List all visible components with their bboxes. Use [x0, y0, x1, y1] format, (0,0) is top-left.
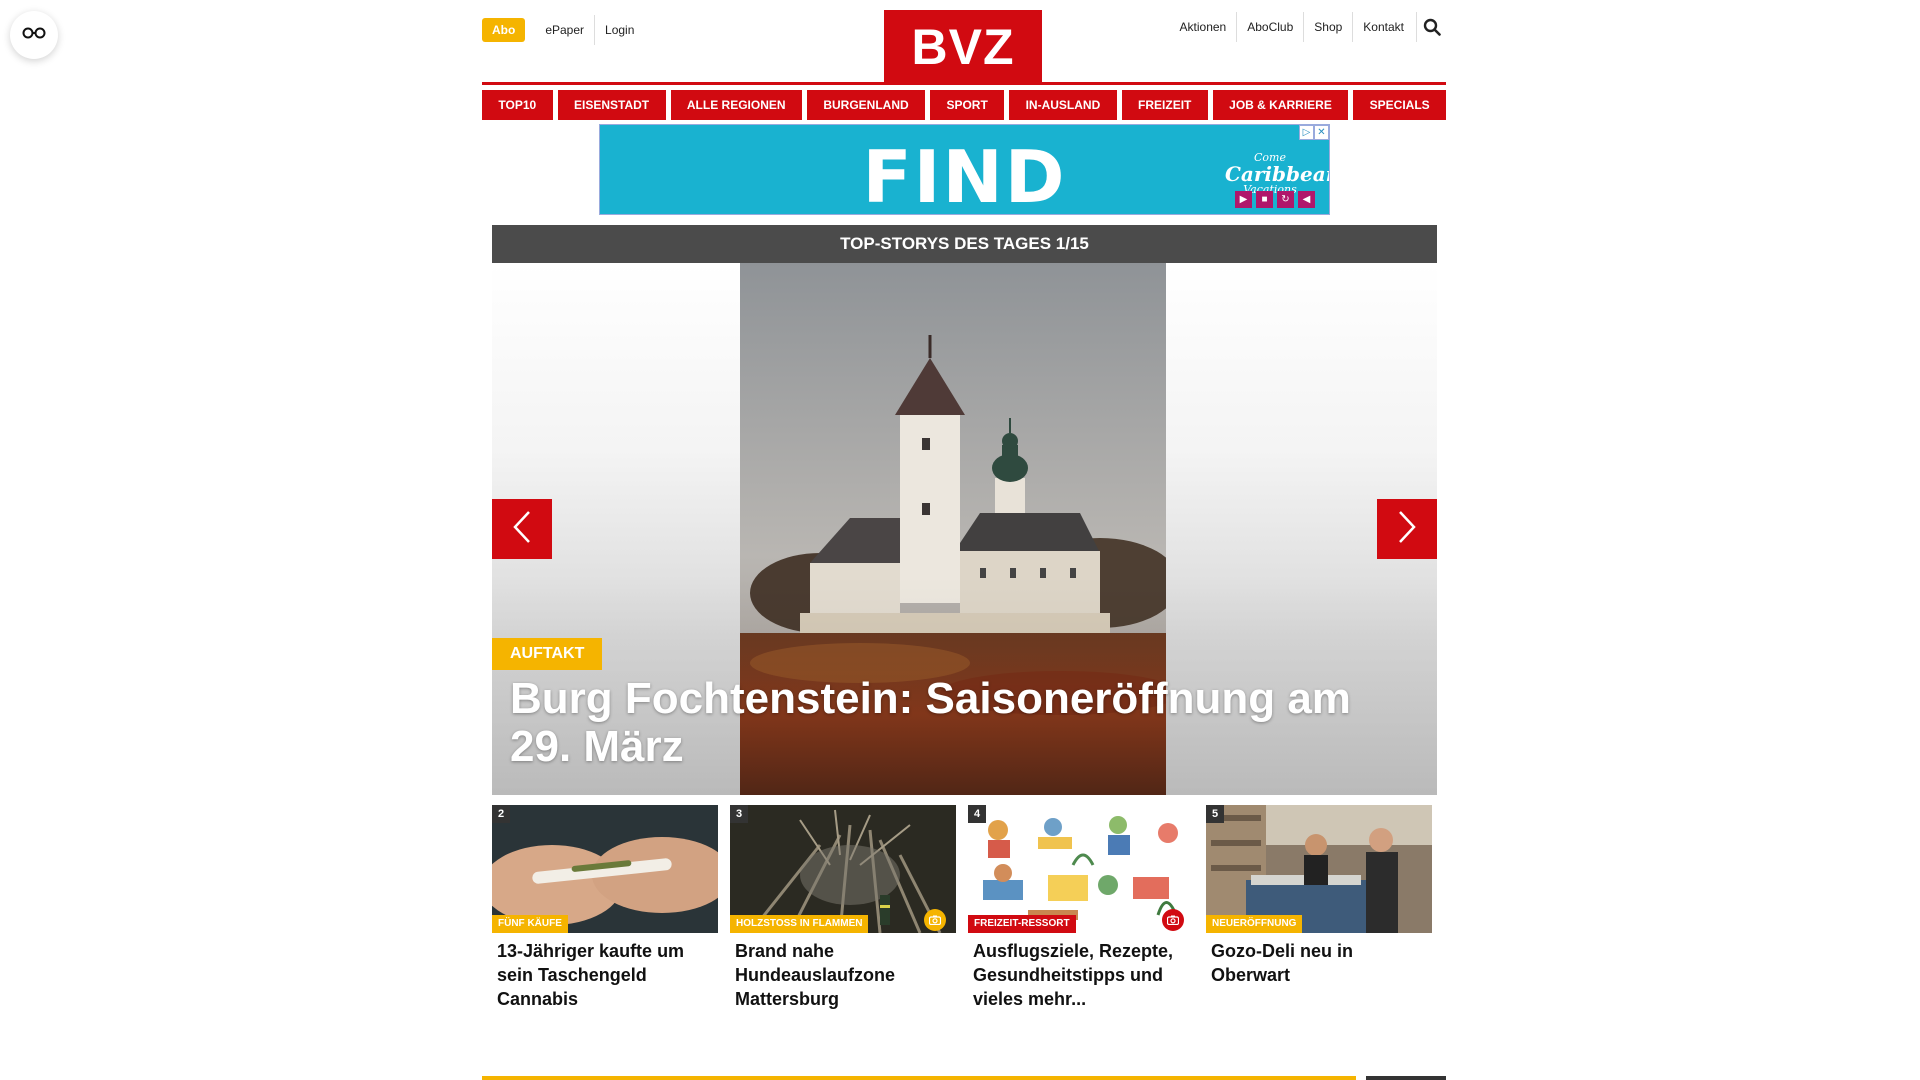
card-image: 3 HOLZSTOSS IN FLAMMEN: [730, 805, 956, 933]
play-icon[interactable]: ▶: [1235, 191, 1252, 208]
card-number: 5: [1206, 805, 1224, 823]
card-photo-hands: [492, 805, 718, 933]
nav-item-sport[interactable]: SPORT: [930, 90, 1005, 120]
ad-choices: ▷ ✕: [1299, 125, 1329, 140]
section-bar-dark: [1366, 1076, 1446, 1080]
hero-kicker: AUFTAKT: [492, 638, 603, 670]
header-right-links: Aktionen AboClub Shop Kontakt: [1170, 12, 1446, 42]
section-bar: [482, 1076, 1356, 1080]
nav-item-burgenland[interactable]: BURGENLAND: [806, 90, 926, 120]
reader-mode-button[interactable]: [10, 11, 58, 59]
card-tag: FÜNF KÄUFE: [492, 915, 568, 933]
abo-button[interactable]: Abo: [482, 18, 526, 42]
card-title[interactable]: 13-Jähriger kaufte um sein Taschengeld C…: [492, 939, 718, 1011]
card-photo-illustration: [968, 805, 1194, 933]
aboclub-link[interactable]: AboClub: [1236, 12, 1303, 42]
card-title[interactable]: Ausflugsziele, Rezepte, Gesundheitstipps…: [968, 939, 1194, 1011]
adchoices-icon[interactable]: ▷: [1299, 125, 1314, 140]
kontakt-link[interactable]: Kontakt: [1352, 12, 1414, 42]
ad-close-icon[interactable]: ✕: [1314, 125, 1329, 140]
ad-banner[interactable]: FIND ▷ ✕ Come Caribbean Vacations ▶ ■ ↻ …: [599, 124, 1330, 215]
aktionen-link[interactable]: Aktionen: [1170, 12, 1237, 42]
login-link[interactable]: Login: [595, 15, 644, 45]
page: Abo ePaper Login BVZ Aktionen AboClub Sh…: [0, 0, 1920, 1080]
stop-icon[interactable]: ■: [1256, 191, 1273, 208]
nav-item-eisenstadt[interactable]: EISENSTADT: [557, 90, 666, 120]
mute-icon[interactable]: ◀: [1298, 191, 1315, 208]
ad-video-controls: ▶ ■ ↻ ◀: [1235, 191, 1315, 208]
camera-icon: [1162, 909, 1184, 931]
card-tag: HOLZSTOSS IN FLAMMEN: [730, 915, 869, 933]
slider-next-button[interactable]: [1377, 499, 1437, 559]
nav-item-freizeit[interactable]: FREIZEIT: [1121, 90, 1208, 120]
card-number: 3: [730, 805, 748, 823]
card-photo-deli: [1206, 805, 1432, 933]
story-card[interactable]: 2 FÜNF KÄUFE 13-Jähriger kaufte um sein …: [492, 805, 718, 1011]
chevron-right-icon: [1395, 509, 1419, 550]
story-card[interactable]: 4 FREIZEIT-RESSORT Ausflugsziele, Rezept…: [968, 805, 1194, 1011]
card-number: 2: [492, 805, 510, 823]
story-card[interactable]: 5 NEUERÖFFNUNG Gozo-Deli neu in Oberwart: [1206, 805, 1432, 1011]
glasses-icon: [22, 26, 46, 45]
ad-brand-main: Caribbean: [1225, 162, 1330, 186]
bvz-logo[interactable]: BVZ: [884, 10, 1042, 84]
nav-item-top10[interactable]: TOP10: [482, 90, 553, 120]
card-title[interactable]: Gozo-Deli neu in Oberwart: [1206, 939, 1432, 987]
site-header: Abo ePaper Login BVZ Aktionen AboClub Sh…: [482, 0, 1446, 84]
header-divider: [482, 82, 1446, 85]
epaper-link[interactable]: ePaper: [535, 15, 596, 45]
card-title[interactable]: Brand nahe Hundeauslaufzone Mattersburg: [730, 939, 956, 1011]
nav-item-job-karriere[interactable]: JOB & KARRIERE: [1212, 90, 1349, 120]
slider-prev-button[interactable]: [492, 499, 552, 559]
nav-item-specials[interactable]: SPECIALS: [1353, 90, 1447, 120]
card-tag: NEUERÖFFNUNG: [1206, 915, 1303, 933]
main-nav: TOP10 EISENSTADT ALLE REGIONEN BURGENLAN…: [482, 90, 1447, 120]
card-image: 4 FREIZEIT-RESSORT: [968, 805, 1194, 933]
search-icon[interactable]: [1416, 12, 1446, 42]
card-image: 2 FÜNF KÄUFE: [492, 805, 718, 933]
replay-icon[interactable]: ↻: [1277, 191, 1294, 208]
card-tag: FREIZEIT-RESSORT: [968, 915, 1076, 933]
ad-brand-logo: Come Caribbean Vacations: [1225, 152, 1330, 196]
nav-item-alle-regionen[interactable]: ALLE REGIONEN: [670, 90, 802, 120]
card-image: 5 NEUERÖFFNUNG: [1206, 805, 1432, 933]
card-photo-fire: [730, 805, 956, 933]
nav-item-in-ausland[interactable]: IN-AUSLAND: [1009, 90, 1117, 120]
story-cards: 2 FÜNF KÄUFE 13-Jähriger kaufte um sein …: [492, 805, 1437, 1011]
shop-link[interactable]: Shop: [1303, 12, 1352, 42]
ad-headline: FIND: [862, 135, 1067, 215]
hero-slide[interactable]: AUFTAKT Burg Fochtenstein: Saisoneröffnu…: [492, 263, 1437, 795]
header-left-links: Abo ePaper Login: [482, 15, 644, 45]
card-number: 4: [968, 805, 986, 823]
hero-title[interactable]: Burg Fochtenstein: Saisoneröffnung am 29…: [510, 675, 1410, 771]
top-stories-heading: TOP-STORYS DES TAGES 1/15: [492, 225, 1437, 263]
camera-icon: [924, 909, 946, 931]
chevron-left-icon: [510, 509, 534, 550]
story-card[interactable]: 3 HOLZSTOSS IN FLAMMEN Brand nahe Hundea…: [730, 805, 956, 1011]
